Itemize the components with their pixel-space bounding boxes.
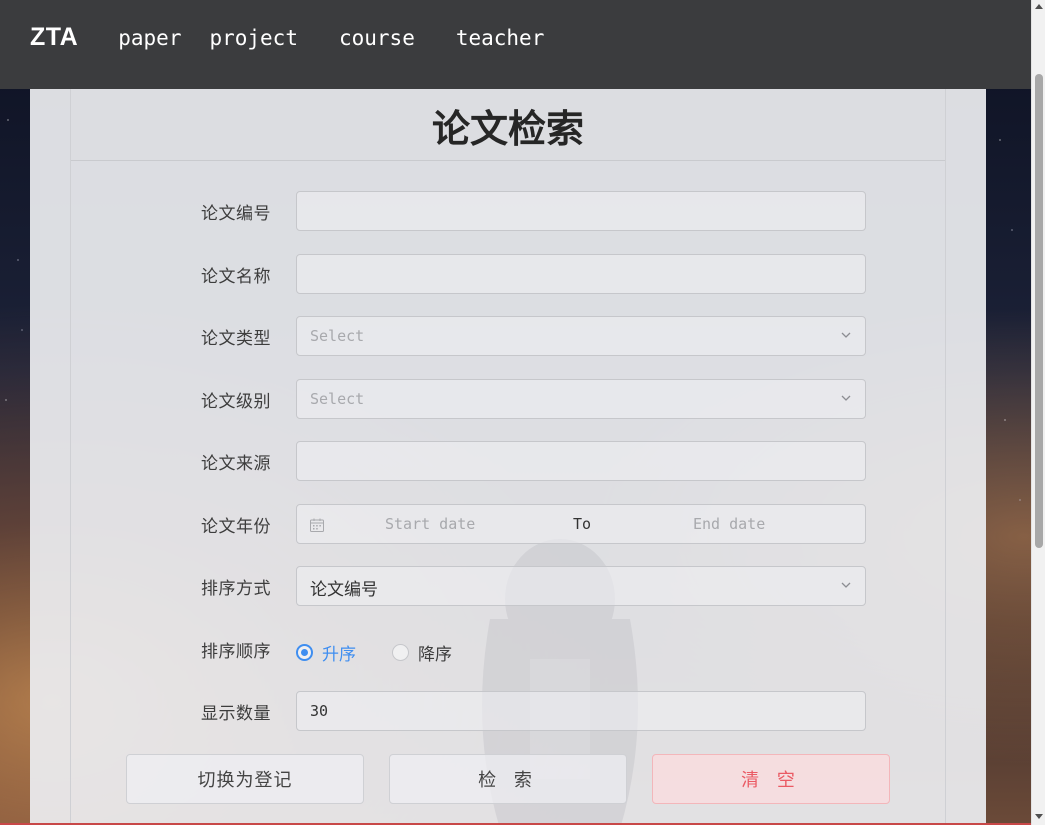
form-row-paper-name: 论文名称: [71, 254, 947, 294]
paper-year-label: 论文年份: [201, 516, 271, 537]
card-header: 论文检索: [71, 89, 945, 161]
form-row-display-count: 显示数量: [71, 691, 947, 731]
sort-order-label: 排序顺序: [201, 641, 271, 662]
radio-ascending-label: 升序: [322, 645, 356, 665]
radio-unchecked-icon: [392, 644, 409, 661]
sort-by-select[interactable]: 论文编号: [296, 566, 866, 606]
radio-checked-icon: [296, 644, 313, 661]
chevron-down-icon: [841, 332, 851, 338]
search-button[interactable]: 检 索: [389, 754, 627, 804]
page-title: 论文检索: [431, 107, 584, 151]
switch-to-register-button[interactable]: 切换为登记: [126, 754, 364, 804]
paper-type-select[interactable]: Select: [296, 316, 866, 356]
date-range-separator: To: [573, 515, 592, 533]
paper-level-placeholder: Select: [310, 390, 365, 408]
form-row-paper-type: 论文类型 Select: [71, 316, 947, 356]
sort-order-radio-group: 升序 降序: [296, 640, 452, 665]
paper-id-input[interactable]: [297, 192, 865, 230]
form-row-sort-by: 排序方式 论文编号: [71, 566, 947, 606]
top-navbar: ZTA paper project course teacher: [0, 0, 1031, 89]
calendar-icon: [310, 518, 324, 532]
form-row-paper-level: 论文级别 Select: [71, 379, 947, 419]
end-date-input[interactable]: End date: [693, 515, 765, 533]
scroll-down-arrow-icon[interactable]: [1035, 814, 1043, 819]
paper-source-input[interactable]: [297, 442, 865, 480]
scrollbar-thumb[interactable]: [1035, 74, 1043, 548]
paper-id-field: [296, 191, 866, 231]
start-date-input[interactable]: Start date: [385, 515, 475, 533]
radio-ascending[interactable]: 升序: [296, 640, 356, 665]
paper-name-label: 论文名称: [201, 266, 271, 287]
paper-level-label: 论文级别: [201, 391, 271, 412]
vertical-scrollbar[interactable]: [1031, 0, 1045, 825]
scroll-up-arrow-icon[interactable]: [1035, 4, 1043, 9]
paper-year-date-range[interactable]: Start date To End date: [296, 504, 866, 544]
paper-source-field: [296, 441, 866, 481]
search-card: 论文检索 论文编号 论文名称 论文类型 Select 论文级别 Select 论…: [70, 89, 946, 825]
nav-item-paper[interactable]: paper: [118, 26, 181, 50]
paper-name-input[interactable]: [297, 255, 865, 293]
nav-item-teacher[interactable]: teacher: [456, 26, 545, 50]
display-count-field: [296, 691, 866, 731]
nav-item-project[interactable]: project: [209, 26, 298, 50]
chevron-down-icon: [841, 582, 851, 588]
clear-button[interactable]: 清 空: [652, 754, 890, 804]
chevron-down-icon: [841, 395, 851, 401]
brand-logo[interactable]: ZTA: [30, 23, 78, 52]
main-panel: 论文检索 论文编号 论文名称 论文类型 Select 论文级别 Select 论…: [30, 89, 986, 825]
radio-descending-label: 降序: [418, 645, 452, 665]
display-count-label: 显示数量: [201, 703, 271, 724]
radio-descending[interactable]: 降序: [392, 640, 452, 665]
display-count-input[interactable]: [297, 692, 865, 730]
form-row-paper-year: 论文年份 Start date To End date: [71, 504, 947, 544]
sort-by-label: 排序方式: [201, 578, 271, 599]
form-row-paper-id: 论文编号: [71, 191, 947, 231]
nav-item-course[interactable]: course: [339, 26, 415, 50]
form-row-sort-order: 排序顺序 升序 降序: [71, 629, 947, 669]
paper-id-label: 论文编号: [201, 203, 271, 224]
paper-level-select[interactable]: Select: [296, 379, 866, 419]
paper-source-label: 论文来源: [201, 453, 271, 474]
sort-by-selected-value: 论文编号: [310, 580, 378, 600]
paper-type-label: 论文类型: [201, 328, 271, 349]
paper-name-field: [296, 254, 866, 294]
paper-type-placeholder: Select: [310, 327, 365, 345]
form-row-paper-source: 论文来源: [71, 441, 947, 481]
